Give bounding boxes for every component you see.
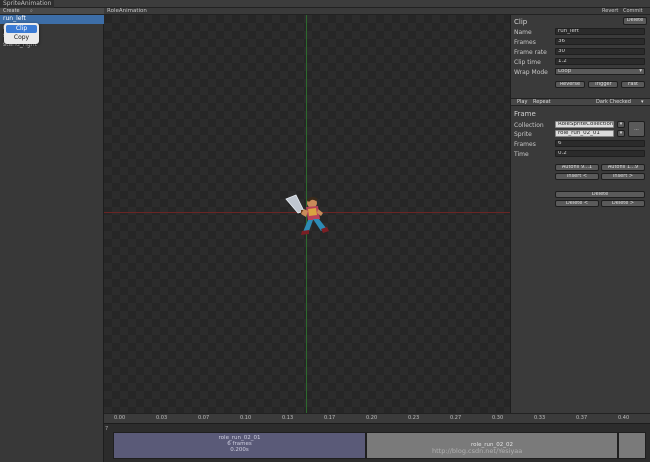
frame-frames-field[interactable]: 6 [555,140,645,147]
reverse-button[interactable]: Reverse [555,81,585,88]
timeline-frame-selected[interactable]: role_run_02_01 6 frames 0.200s [113,432,366,459]
ruler-tick: 0.23 [408,415,420,421]
insert-before-button[interactable]: Insert < [555,173,599,180]
fast-button[interactable]: Fast [621,81,645,88]
window-tab[interactable]: SpriteAnimation [0,0,55,8]
clip-time-field[interactable]: 1.2 [555,58,645,65]
ruler-tick: 0.13 [282,415,294,421]
ruler-tick: 0.17 [324,415,336,421]
timeline-marker[interactable]: 7 [105,426,108,432]
frame-rate-label: Frame rate [514,49,547,56]
frame-section-title: Frame [514,110,536,118]
trigger-button[interactable]: Trigger [588,81,618,88]
collection-label: Collection [514,122,544,129]
delete-frame-button[interactable]: Delete [555,191,645,198]
sprite-label: Sprite [514,131,532,138]
timeline-frame[interactable] [618,432,646,459]
inspector-panel: Clip Delete Name run_left Frames 36 Fram… [510,15,650,413]
frames-field[interactable]: 36 [555,38,645,45]
ruler-tick: 0.27 [450,415,462,421]
wrap-mode-value: Loop [558,68,572,74]
create-context-menu: Clip Copy [4,23,39,44]
time-field[interactable]: 0.2 [555,150,645,157]
preview-viewport[interactable] [104,15,510,413]
ruler-tick: 0.30 [492,415,504,421]
wrap-mode-label: Wrap Mode [514,69,548,76]
delete-after-button[interactable]: Delete > [601,200,645,207]
chevron-down-icon: ▾ [639,68,642,74]
ruler-tick: 0.10 [240,415,252,421]
clip-time-label: Clip time [514,59,541,66]
collection-dropdown[interactable]: RoleSpriteCollection [555,121,614,128]
sprite-dropdown[interactable]: role_run_02_01 [555,130,614,137]
ruler-tick: 0.00 [114,415,126,421]
clip-list-toolbar: Create ⌕ [0,8,104,15]
ruler-tick: 0.40 [618,415,630,421]
frames-label: Frames [514,39,536,46]
clip-list-panel: Create ⌕ run_left run_right stand_left s… [0,8,104,462]
timeline-ruler[interactable]: 0.00 0.03 0.07 0.10 0.13 0.17 0.20 0.23 … [104,413,650,423]
ruler-tick: 0.20 [366,415,378,421]
window-title-bar: SpriteAnimation [0,0,650,8]
ruler-tick: 0.03 [156,415,168,421]
watermark-text: http://blog.csdn.net/Yesiyaa [432,447,523,455]
frame-rate-field[interactable]: 30 [555,48,645,55]
name-field[interactable]: run_left [555,28,645,35]
time-label: Time [514,151,529,158]
delete-clip-button[interactable]: Delete [623,17,647,25]
menu-item-clip[interactable]: Clip [6,25,37,33]
name-label: Name [514,29,532,36]
chevron-down-icon[interactable]: ▾ [641,99,644,106]
frame-timeline: 7 role_run_02_01 6 frames 0.200s role_ru… [104,423,650,462]
sprite-picker-button[interactable]: ... [628,121,645,137]
character-sprite [285,194,329,235]
play-button[interactable]: Play [517,99,527,106]
playback-bar: Play Repeat Dark Checked ▾ [511,98,650,106]
frame-frames-label: Frames [514,141,536,148]
ruler-tick: 0.33 [534,415,546,421]
collection-name: RoleAnimation [107,8,147,14]
editor-header: RoleAnimation Revert Commit [104,8,650,15]
menu-item-copy[interactable]: Copy [6,34,37,42]
ruler-tick: 0.37 [576,415,588,421]
collection-select-button[interactable]: ▾ [617,121,625,128]
background-dropdown[interactable]: Dark Checked [596,99,631,106]
clip-section-title: Clip [514,18,528,26]
frame-time: 0.200s [230,447,249,453]
insert-after-button[interactable]: Insert > [601,173,645,180]
commit-button[interactable]: Commit [623,8,643,15]
autofill-forward-button[interactable]: Autofill 1...9 [601,164,645,171]
delete-before-button[interactable]: Delete < [555,200,599,207]
search-icon[interactable]: ⌕ [30,8,33,15]
wrap-mode-dropdown[interactable]: Loop ▾ [555,68,645,75]
sprite-select-button[interactable]: ▾ [617,130,625,137]
ruler-tick: 0.07 [198,415,210,421]
create-button[interactable]: Create [3,8,20,15]
autofill-reverse-button[interactable]: Autofill 9...1 [555,164,599,171]
revert-button[interactable]: Revert [602,8,618,15]
repeat-toggle[interactable]: Repeat [533,99,551,106]
